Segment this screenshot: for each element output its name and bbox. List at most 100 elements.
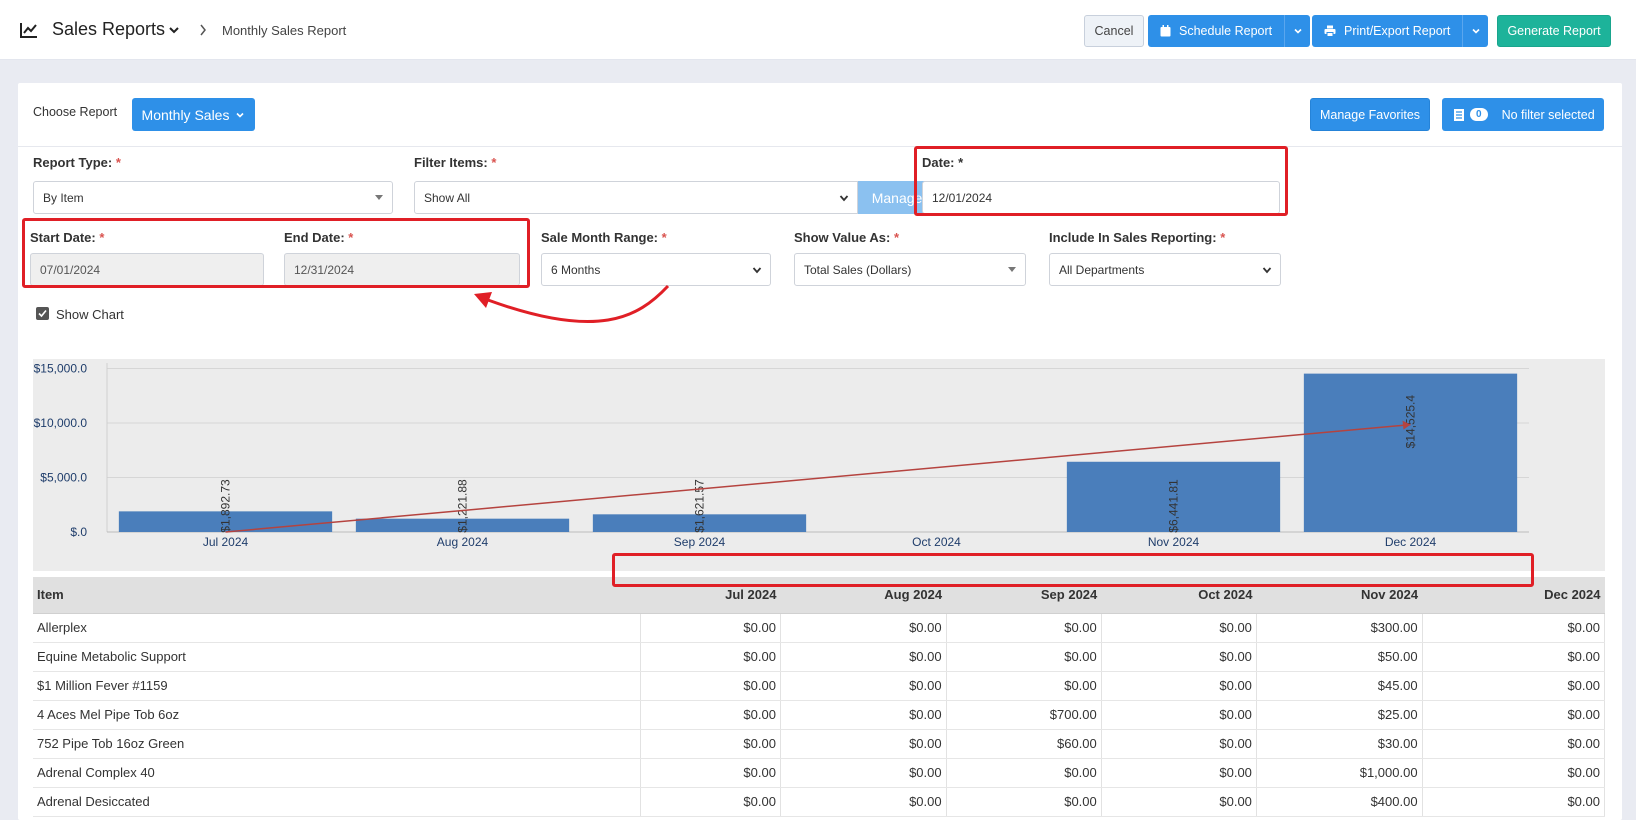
value-cell: $0.00 [640,729,781,759]
chevron-down-icon [1472,28,1480,34]
date-input[interactable]: 12/01/2024 [922,181,1280,214]
data-label: $1,221.88 [456,479,470,533]
column-header-month[interactable]: Sep 2024 [946,577,1102,614]
date-label-text: Date: [922,155,955,170]
y-tick-label: $10,000.0 [34,416,88,430]
include-in-sales-select[interactable]: All Departments [1049,253,1281,286]
column-header-month[interactable]: Nov 2024 [1256,577,1423,614]
required-mark: * [661,230,667,245]
print-export-label: Print/Export Report [1344,24,1451,38]
value-cell: $0.00 [640,700,781,730]
value-cell: $0.00 [780,787,947,817]
cancel-button[interactable]: Cancel [1084,15,1144,47]
value-cell: $0.00 [1422,700,1606,730]
value-cell: $0.00 [1101,700,1257,730]
value-cell: $0.00 [1101,613,1257,643]
item-name-cell: Equine Metabolic Support [33,642,641,672]
value-cell: $0.00 [1101,787,1257,817]
filter-button[interactable]: 0 No filter selected [1442,98,1604,131]
show-chart-checkbox[interactable] [36,307,49,320]
value-cell: $30.00 [1256,729,1423,759]
table-row[interactable]: Allerplex $0.00 $0.00 $0.00 $0.00 $300.00 $0.0… [33,613,1606,643]
start-date-label-text: Start Date: [30,230,96,245]
table-row[interactable]: $1 Million Fever #1159 $0.00 $0.00 $0.00 $0.… [33,671,1606,701]
value-cell: $0.00 [640,642,781,672]
print-export-button[interactable]: Print/Export Report [1312,15,1463,47]
report-type-label: Report Type: * [33,155,121,170]
report-type-select[interactable]: By Item [33,181,393,214]
table-row[interactable]: Adrenal Desiccated $0.00 $0.00 $0.00 $0.00 $4… [33,787,1606,817]
end-date-value: 12/31/2024 [294,262,355,277]
column-header-month[interactable]: Oct 2024 [1101,577,1257,614]
report-type-label-text: Report Type: [33,155,113,170]
y-tick-label: $5,000.0 [40,470,87,484]
chevron-right-icon [200,24,206,36]
value-cell: $0.00 [780,700,947,730]
value-cell: $0.00 [1422,729,1606,759]
column-header-month[interactable]: Aug 2024 [780,577,947,614]
checkmark-icon [38,309,47,318]
x-tick-label: Aug 2024 [437,535,489,549]
value-cell: $0.00 [640,613,781,643]
chart-svg: $.0 $5,000.0 $10,000.0 $15,000.0 Jul 2024 $1,… [34,361,1529,549]
value-cell: $0.00 [1422,613,1606,643]
show-value-as-select[interactable]: Total Sales (Dollars) [794,253,1026,286]
generate-report-button[interactable]: Generate Report [1497,15,1611,47]
start-date-input[interactable]: 07/01/2024 [30,253,264,286]
chevron-down-icon [236,112,245,118]
value-cell: $0.00 [640,758,781,788]
print-export-split-button: Print/Export Report [1312,15,1489,47]
report-selector-bar: Choose Report Monthly Sales Manage Favor… [18,83,1622,147]
page-title: Sales Reports [52,19,166,39]
table-row[interactable]: Equine Metabolic Support $0.00 $0.00 $0.00 $… [33,642,1606,672]
schedule-report-dropdown[interactable] [1284,15,1311,47]
manage-favorites-button[interactable]: Manage Favorites [1310,98,1430,131]
value-cell: $0.00 [1101,671,1257,701]
required-mark: * [491,155,497,170]
y-tick-label: $15,000.0 [34,361,88,375]
show-value-as-value: Total Sales (Dollars) [804,262,912,277]
filter-count-badge: 0 [1470,108,1488,121]
x-tick-label: Jul 2024 [203,535,249,549]
end-date-label-text: End Date: [284,230,345,245]
sale-month-range-label: Sale Month Range: * [541,230,667,245]
filter-items-label-text: Filter Items: [414,155,488,170]
value-cell: $0.00 [640,787,781,817]
show-value-as-label: Show Value As: * [794,230,899,245]
breadcrumb[interactable]: Monthly Sales Report [222,23,346,38]
item-name-cell: $1 Million Fever #1159 [33,671,641,701]
value-cell: $25.00 [1256,700,1423,730]
table-row[interactable]: 752 Pipe Tob 16oz Green $0.00 $0.00 $60.00 $… [33,729,1606,759]
value-cell: $300.00 [1256,613,1423,643]
column-header-item[interactable]: Item [33,577,640,614]
required-mark: * [958,155,964,170]
top-bar: Sales Reports Monthly Sales Report Cance… [0,0,1636,60]
chevron-down-icon [1294,28,1302,34]
required-mark: * [115,155,121,170]
report-select-button[interactable]: Monthly Sales [132,98,255,131]
column-header-month[interactable]: Jul 2024 [640,577,781,614]
date-label: Date: * [922,155,963,170]
include-in-sales-value: All Departments [1059,262,1145,277]
value-cell: $0.00 [640,671,781,701]
filter-items-select[interactable]: Show All [414,181,858,214]
print-export-dropdown[interactable] [1462,15,1489,47]
include-in-sales-label: Include In Sales Reporting: * [1049,230,1225,245]
table-row[interactable]: 4 Aces Mel Pipe Tob 6oz $0.00 $0.00 $700.00… [33,700,1606,730]
column-header-month[interactable]: Dec 2024 [1422,577,1605,614]
schedule-report-button[interactable]: Schedule Report [1148,15,1285,47]
item-name-cell: Adrenal Desiccated [33,787,641,817]
x-tick-label: Nov 2024 [1148,535,1200,549]
table-row[interactable]: Adrenal Complex 40 $0.00 $0.00 $0.00 $0.00 $1… [33,758,1606,788]
show-value-as-label-text: Show Value As: [794,230,891,245]
start-date-value: 07/01/2024 [40,262,101,277]
monthly-sales-chart: $.0 $5,000.0 $10,000.0 $15,000.0 Jul 2024 $1,… [33,359,1605,571]
printer-icon [1324,25,1336,37]
filter-items-label: Filter Items: * [414,155,496,170]
caret-down-icon [1008,267,1016,272]
chevron-down-icon[interactable] [168,24,180,36]
data-label: $1,892.73 [219,479,233,533]
value-cell: $0.00 [780,729,947,759]
value-cell: $0.00 [1101,758,1257,788]
y-tick-label: $.0 [70,525,87,539]
